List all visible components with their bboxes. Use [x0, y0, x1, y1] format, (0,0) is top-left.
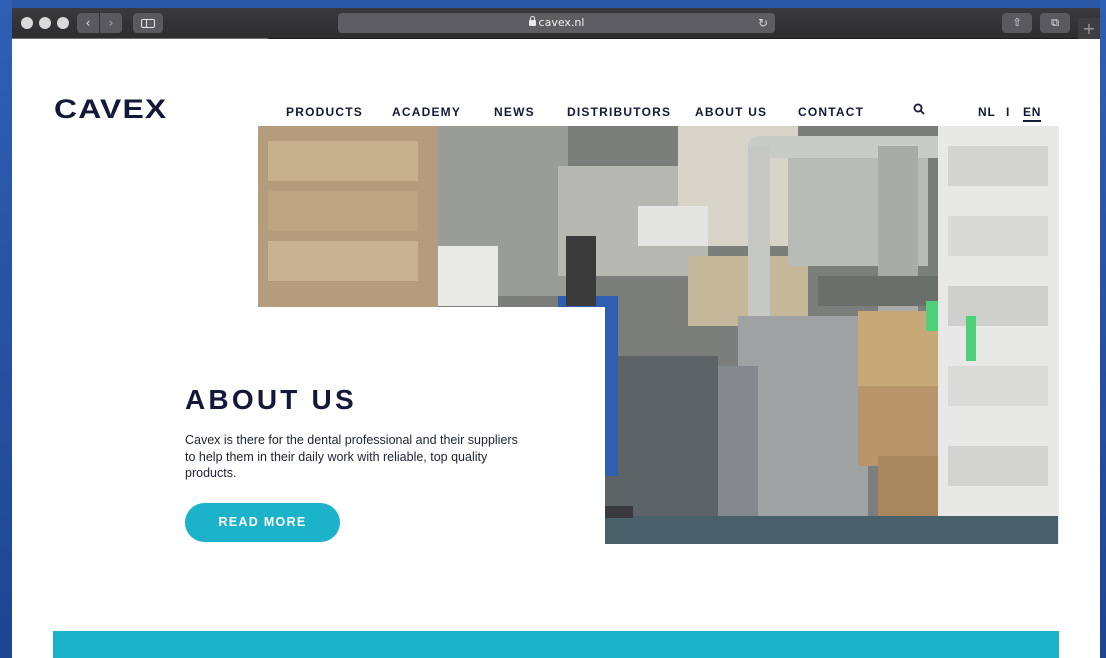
- desktop-background-left: [0, 0, 12, 658]
- read-more-button[interactable]: READ MORE: [185, 503, 340, 542]
- new-tab-button[interactable]: +: [1078, 18, 1100, 39]
- sidebar-toggle-button[interactable]: [133, 13, 163, 33]
- address-bar[interactable]: cavex.nl ↻: [338, 13, 775, 33]
- forward-button[interactable]: ›: [100, 13, 122, 33]
- share-icon: ⇧: [1012, 16, 1022, 29]
- tabs-icon: ⧉: [1051, 16, 1059, 29]
- site-logo[interactable]: CAVEX: [54, 94, 167, 125]
- section-description: Cavex is there for the dental profession…: [185, 433, 518, 480]
- zoom-window-button[interactable]: [57, 17, 69, 29]
- close-window-button[interactable]: [21, 17, 33, 29]
- share-button[interactable]: ⇧: [1002, 13, 1032, 33]
- nav-link-about-us[interactable]: ABOUT US: [695, 105, 767, 119]
- section-heading: ABOUT US: [185, 384, 357, 415]
- nav-link-news[interactable]: NEWS: [494, 105, 535, 119]
- browser-toolbar: ‹ › cavex.nl ↻ ⇧ ⧉ +: [12, 8, 1100, 39]
- back-button[interactable]: ‹: [77, 13, 99, 33]
- nav-link-distributors[interactable]: DISTRIBUTORS: [567, 105, 671, 119]
- nav-link-academy[interactable]: ACADEMY: [392, 105, 461, 119]
- minimize-window-button[interactable]: [39, 17, 51, 29]
- reload-icon[interactable]: ↻: [758, 13, 768, 33]
- language-separator: I: [1006, 105, 1011, 119]
- sidebar-icon: [141, 19, 155, 28]
- search-icon[interactable]: [913, 103, 925, 115]
- language-nl-link[interactable]: NL: [978, 105, 996, 119]
- plus-icon: +: [1082, 19, 1096, 38]
- show-tabs-button[interactable]: ⧉: [1040, 13, 1070, 33]
- browser-window: ‹ › cavex.nl ↻ ⇧ ⧉ + CAVEX PRODUCTS ACAD…: [12, 8, 1100, 658]
- language-en-link[interactable]: EN: [1023, 105, 1042, 122]
- nav-link-products[interactable]: PRODUCTS: [286, 105, 363, 119]
- chevron-left-icon: ‹: [85, 16, 91, 30]
- desktop-background-right: [1100, 0, 1106, 658]
- web-page: CAVEX PRODUCTS ACADEMY NEWS DISTRIBUTORS…: [12, 39, 1100, 658]
- accent-banner: [53, 631, 1059, 658]
- chevron-right-icon: ›: [108, 16, 114, 30]
- lock-icon: [528, 16, 536, 26]
- nav-link-contact[interactable]: CONTACT: [798, 105, 864, 119]
- address-url: cavex.nl: [538, 16, 585, 29]
